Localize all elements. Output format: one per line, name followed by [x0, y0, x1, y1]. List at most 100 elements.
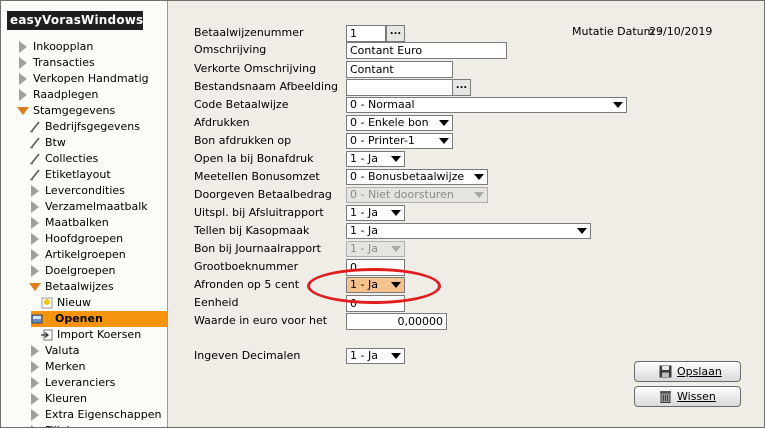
sidebar-item-label: Btw [45, 136, 66, 149]
sidebar-item-label: Betaalwijzes [45, 280, 114, 293]
sidebar-item-label: Inkoopplan [33, 40, 94, 53]
sidebar-item-label: Transacties [33, 56, 95, 69]
ingeven-decimalen-select[interactable]: 1 - Ja [346, 348, 405, 364]
ingeven-decimalen-label: Ingeven Decimalen [194, 349, 301, 362]
main-form: Mutatie Datum : 29/10/2019 Betaalwijzenu… [176, 1, 764, 427]
bon-afdrukken-op-value: 0 - Printer-1 [350, 134, 415, 147]
chevron-down-icon [391, 246, 401, 252]
opslaan-label: Opslaan [677, 365, 722, 378]
chevron-down-icon [391, 156, 401, 162]
eenheid-input[interactable]: 0 [346, 295, 405, 312]
bon-afdrukken-op-label: Bon afdrukken op [194, 134, 292, 147]
bestandsnaam-afbeelding-input[interactable] [346, 79, 453, 96]
chevron-down-icon [391, 282, 401, 288]
doorgeven-betaalbedrag-label: Doorgeven Betaalbedrag [194, 188, 332, 201]
triangle-right-icon [19, 73, 31, 85]
omschrijving-label: Omschrijving [194, 43, 267, 56]
chevron-down-icon [474, 174, 484, 180]
meetellen-bonusomzet-value: 0 - Bonusbetaalwijze [350, 170, 465, 183]
eenheid-label: Eenheid [194, 296, 239, 309]
chevron-down-icon [474, 192, 484, 198]
chevron-down-icon [391, 210, 401, 216]
afronden-5-cent-value: 1 - Ja [350, 278, 378, 291]
tellen-kasopmaak-select[interactable]: 1 - Ja [346, 223, 591, 239]
triangle-right-icon [31, 345, 43, 357]
afdrukken-select[interactable]: 0 - Enkele bon [346, 115, 453, 131]
waarde-euro-label: Waarde in euro voor het [194, 314, 328, 327]
chevron-down-icon [439, 120, 449, 126]
triangle-right-icon [31, 249, 43, 261]
sidebar-item-label: Levercondities [45, 184, 125, 197]
triangle-right-icon [31, 377, 43, 389]
sidebar-item-label: Stamgegevens [33, 104, 116, 117]
sidebar-item-label: Verkopen Handmatig [33, 72, 149, 85]
pencil-icon [29, 137, 41, 149]
triangle-right-icon [31, 393, 43, 405]
sidebar-item-label: Openen [55, 312, 103, 325]
triangle-right-icon [31, 217, 43, 229]
sidebar-item-label: Merken [45, 360, 86, 373]
sidebar-item-label: Etiketlayout [45, 168, 111, 181]
uitspl-afsluitrapport-select[interactable]: 1 - Ja [346, 205, 405, 221]
chevron-down-icon [577, 228, 587, 234]
sidebar: easyVorasWindows Inkoopplan Transacties Ve… [1, 1, 168, 427]
triangle-right-icon [31, 201, 43, 213]
app-title: easyVorasWindows [7, 11, 143, 30]
sidebar-item-label: Extra Eigenschappen [45, 408, 162, 421]
afronden-5-cent-select[interactable]: 1 - Ja [346, 277, 405, 293]
bon-journaalrapport-label: Bon bij Journaalrapport [194, 242, 321, 255]
doorgeven-betaalbedrag-select: 0 - Niet doorsturen [346, 187, 488, 203]
pencil-icon [29, 121, 41, 133]
grootboeknummer-input[interactable]: 0 [346, 259, 405, 276]
waarde-euro-input[interactable]: 0,00000 [346, 313, 447, 330]
grootboeknummer-label: Grootboeknummer [194, 260, 299, 273]
triangle-right-icon [31, 185, 43, 197]
triangle-right-icon [31, 265, 43, 277]
sidebar-item-label: Leveranciers [45, 376, 116, 389]
betaalwijzenummer-input[interactable]: 1 [346, 25, 386, 42]
meetellen-bonusomzet-select[interactable]: 0 - Bonusbetaalwijze [346, 169, 488, 185]
bon-afdrukken-op-select[interactable]: 0 - Printer-1 [346, 133, 453, 149]
verkorte-omschrijving-input[interactable]: Contant [346, 61, 453, 78]
afdrukken-label: Afdrukken [194, 116, 250, 129]
sidebar-item-label: Nieuw [57, 296, 92, 309]
afronden-5-cent-label: Afronden op 5 cent [194, 278, 300, 291]
sidebar-item-label: Valuta [45, 344, 80, 357]
wissen-button[interactable]: Wissen [634, 386, 741, 407]
chevron-down-icon [439, 138, 449, 144]
bestandsnaam-browse-button[interactable]: ... [452, 79, 471, 96]
tellen-kasopmaak-value: 1 - Ja [350, 224, 378, 237]
chevron-down-icon [613, 102, 623, 108]
code-betaalwijze-select[interactable]: 0 - Normaal [346, 97, 627, 113]
sidebar-item-label: Filialen [45, 423, 83, 427]
pencil-icon [29, 169, 41, 181]
triangle-right-icon [31, 361, 43, 373]
triangle-right-icon [31, 233, 43, 245]
bon-journaalrapport-select: 1 - Ja [346, 241, 405, 257]
sidebar-item-label: Bedrijfsgegevens [45, 120, 141, 133]
sidebar-item-label: Kleuren [45, 392, 88, 405]
triangle-right-icon [31, 409, 43, 421]
open-icon [31, 313, 43, 325]
bon-journaalrapport-value: 1 - Ja [350, 242, 378, 255]
uitspl-afsluitrapport-value: 1 - Ja [350, 206, 378, 219]
sidebar-gap [168, 1, 176, 427]
doorgeven-betaalbedrag-value: 0 - Niet doorsturen [350, 188, 454, 201]
open-la-select[interactable]: 1 - Ja [346, 151, 405, 167]
sidebar-item-label: Import Koersen [57, 328, 142, 341]
sidebar-item-label: Maatbalken [45, 216, 109, 229]
verkorte-omschrijving-label: Verkorte Omschrijving [194, 62, 317, 75]
afdrukken-value: 0 - Enkele bon [350, 116, 429, 129]
triangle-right-icon [19, 41, 31, 53]
tellen-kasopmaak-label: Tellen bij Kasopmaak [194, 224, 310, 237]
sidebar-item-openen[interactable]: Openen [31, 311, 167, 327]
betaalwijzenummer-browse-button[interactable]: ... [386, 25, 405, 42]
omschrijving-input[interactable]: Contant Euro [346, 42, 507, 59]
opslaan-button[interactable]: Opslaan [634, 361, 741, 382]
ellipsis-icon: ... [389, 26, 402, 37]
new-star-icon [41, 297, 53, 309]
trash-can-icon [659, 390, 672, 403]
triangle-down-icon [17, 107, 29, 119]
triangle-right-icon [31, 425, 43, 427]
sidebar-item-label: Verzamelmaatbalk [45, 200, 148, 213]
